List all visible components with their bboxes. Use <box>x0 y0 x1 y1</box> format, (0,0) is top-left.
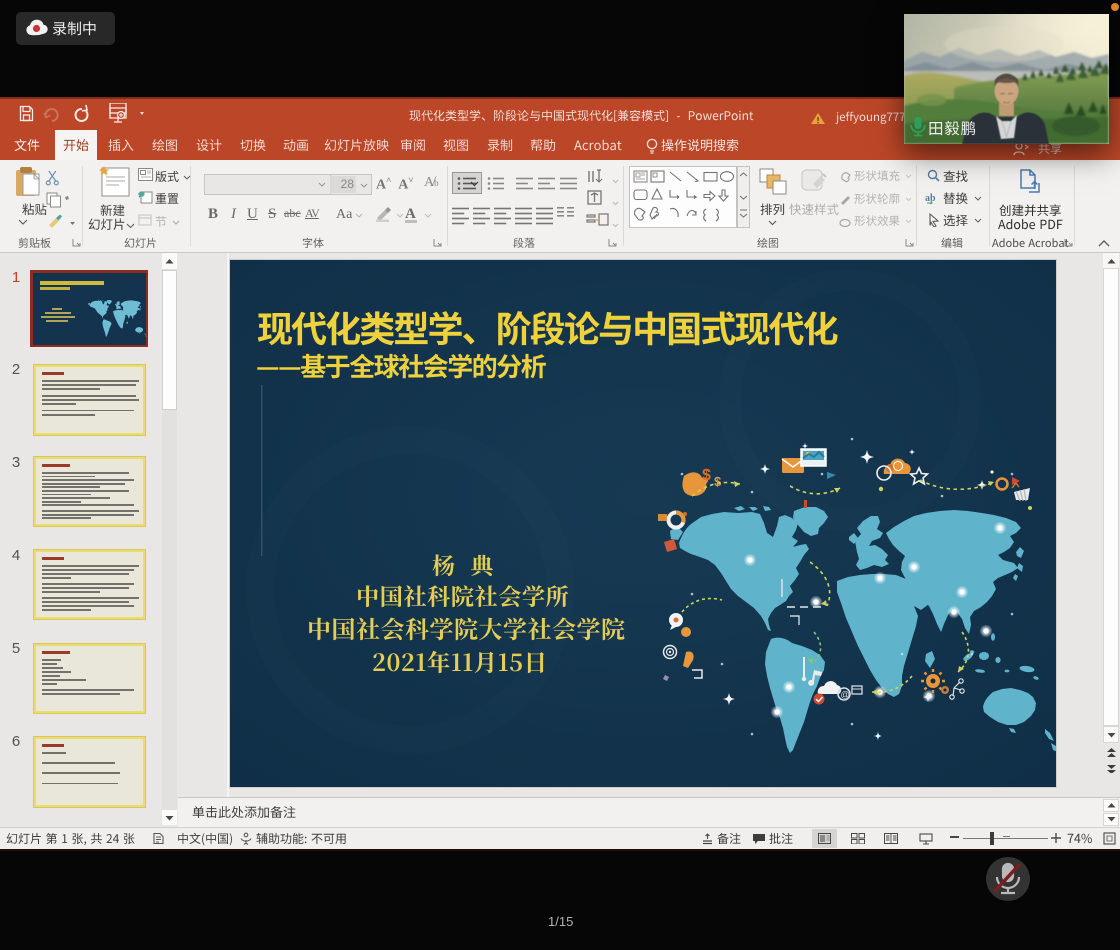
svg-text:@: @ <box>841 690 850 700</box>
svg-text:$: $ <box>714 474 722 489</box>
svg-text:ab: ab <box>925 193 936 204</box>
svg-text:$: $ <box>702 467 711 484</box>
